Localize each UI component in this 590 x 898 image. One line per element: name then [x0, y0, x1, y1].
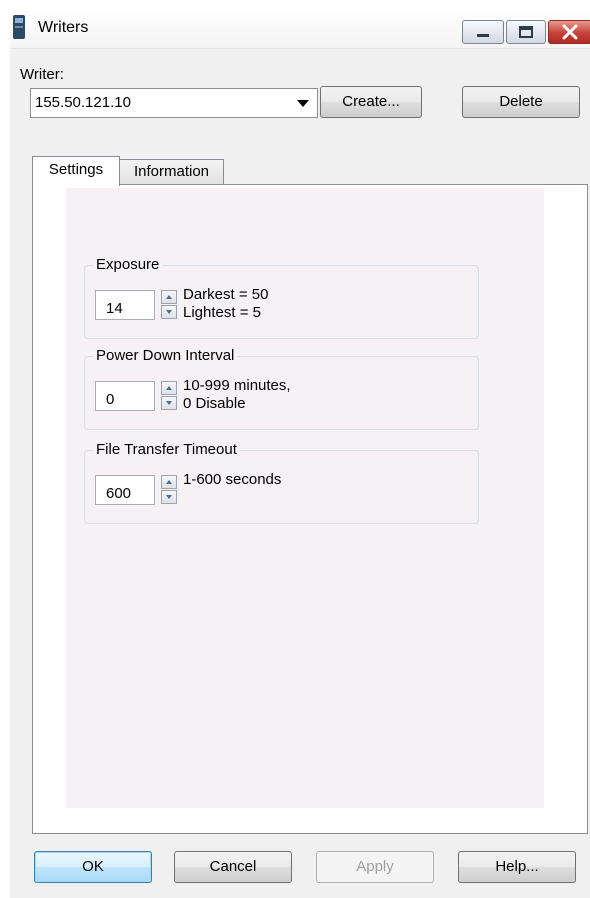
spin-up-button[interactable] [161, 381, 177, 395]
file-transfer-input[interactable]: 600 [95, 475, 155, 505]
power-down-group: Power Down Interval 0 10-999 minutes, 0 … [84, 347, 479, 430]
power-down-spinner[interactable] [161, 381, 177, 411]
title-bar[interactable]: Writers [10, 8, 590, 49]
file-transfer-title: File Transfer Timeout [93, 441, 240, 458]
exposure-title: Exposure [93, 256, 163, 273]
tab-settings[interactable]: Settings [32, 156, 120, 186]
exposure-spinner[interactable] [161, 290, 177, 320]
power-down-hint-line2: 0 Disable [183, 395, 246, 412]
writer-select-value: 155.50.121.10 [35, 94, 131, 111]
writer-select[interactable]: 155.50.121.10 [30, 88, 318, 118]
minimize-icon [477, 34, 489, 37]
maximize-icon [519, 26, 533, 38]
file-transfer-hint-line1: 1-600 seconds [183, 471, 282, 488]
exposure-hint-line1: Darkest = 50 [183, 286, 269, 303]
exposure-input[interactable]: 14 [95, 290, 155, 320]
window-title: Writers [38, 19, 89, 36]
maximize-button[interactable] [506, 20, 546, 44]
cancel-button[interactable]: Cancel [174, 851, 292, 883]
exposure-hint-line2: Lightest = 5 [183, 304, 261, 321]
writers-dialog: Writers Writer: 155.50.121.10 Create... … [10, 8, 590, 898]
power-down-hint: 10-999 minutes, 0 Disable [183, 377, 291, 413]
writer-device-icon [13, 15, 25, 39]
spin-down-button[interactable] [161, 305, 177, 319]
spin-up-button[interactable] [161, 290, 177, 304]
spin-down-button[interactable] [161, 396, 177, 410]
chevron-down-icon [297, 100, 309, 107]
apply-button[interactable]: Apply [316, 851, 434, 883]
exposure-hint: Darkest = 50 Lightest = 5 [183, 286, 268, 322]
arrow-down-icon [166, 401, 172, 405]
power-down-hint-line1: 10-999 minutes, [183, 377, 291, 394]
power-down-title: Power Down Interval [93, 347, 238, 364]
writer-label: Writer: [20, 66, 64, 83]
close-button[interactable] [548, 20, 590, 44]
ok-button[interactable]: OK [34, 851, 152, 883]
arrow-down-icon [166, 495, 172, 499]
help-button[interactable]: Help... [458, 851, 576, 883]
spin-up-button[interactable] [161, 475, 177, 489]
arrow-up-icon [166, 295, 172, 299]
arrow-up-icon [166, 480, 172, 484]
delete-button[interactable]: Delete [462, 86, 580, 118]
arrow-down-icon [166, 310, 172, 314]
file-transfer-spinner[interactable] [161, 475, 177, 505]
close-icon [562, 24, 578, 40]
spin-down-button[interactable] [161, 490, 177, 504]
create-button[interactable]: Create... [320, 86, 422, 118]
file-transfer-hint: 1-600 seconds [183, 471, 281, 489]
exposure-group: Exposure 14 Darkest = 50 Lightest = 5 [84, 256, 479, 339]
file-transfer-group: File Transfer Timeout 600 1-600 seconds [84, 441, 479, 524]
power-down-input[interactable]: 0 [95, 381, 155, 411]
minimize-button[interactable] [462, 20, 504, 44]
tab-information[interactable]: Information [120, 159, 224, 185]
arrow-up-icon [166, 386, 172, 390]
